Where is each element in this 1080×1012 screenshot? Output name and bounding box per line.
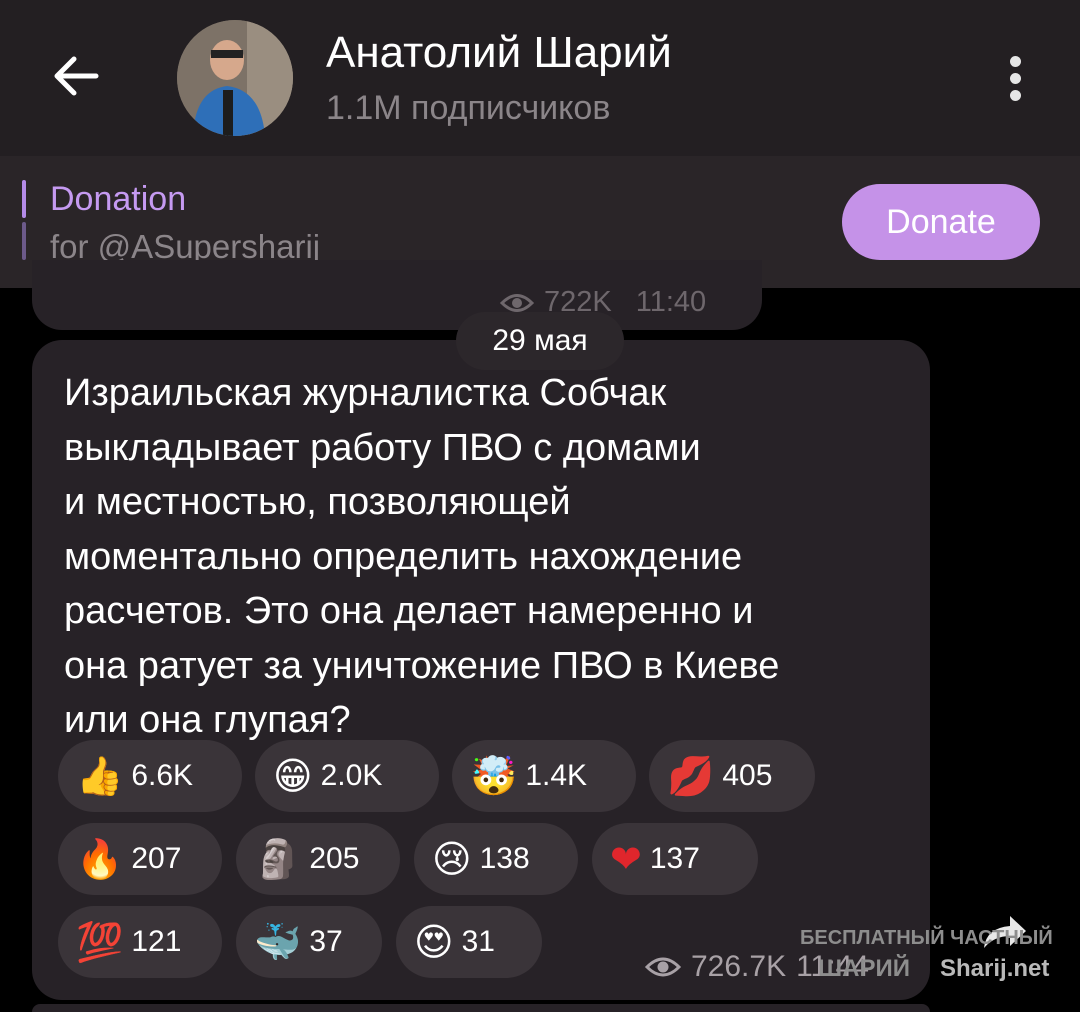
reaction-count: 1.4K (525, 759, 588, 792)
message-line: выкладывает работу ПВО с домами (64, 426, 701, 469)
message-text: Израильская журналистка Собчак выкладыва… (64, 366, 914, 748)
message-line: Израильская журналистка Собчак (64, 372, 667, 414)
donate-button[interactable]: Donate (842, 184, 1040, 260)
reaction-count: 207 (131, 842, 182, 875)
pinned-indicator (22, 180, 26, 218)
kiss-icon: 💋 (667, 754, 715, 798)
exploding-head-icon: 🤯 (470, 754, 518, 798)
reaction-grin[interactable]: 😁 2.0K (255, 740, 439, 812)
message-line: она ратует за уничтожение ПВО в Киеве (64, 644, 780, 687)
more-vertical-icon-dot (1009, 90, 1021, 101)
heart-eyes-icon: 😍 (414, 920, 454, 964)
message-line: моментально определить нахождение (64, 535, 743, 578)
reaction-count: 205 (309, 842, 360, 875)
reaction-count: 121 (131, 925, 182, 958)
watermark: БЕСПЛАТНЫЙ ЧАСТНЫЙ ШАРИЙ Sharij.net (800, 927, 1060, 987)
eye-icon (500, 293, 534, 312)
next-message-bubble[interactable] (32, 1004, 930, 1012)
arrow-left-icon (54, 56, 99, 96)
reaction-count: 2.0K (320, 759, 383, 792)
date-separator: 29 мая (456, 312, 624, 370)
chat-header (0, 0, 1080, 156)
watermark-line: БЕСПЛАТНЫЙ ЧАСТНЫЙ (800, 927, 1053, 949)
watermark-line: ШАРИЙ (818, 955, 910, 982)
eye-icon (645, 957, 681, 977)
message-line: и местностью, позволяющей (64, 481, 571, 523)
moai-icon: 🗿 (254, 837, 302, 881)
reaction-crying[interactable]: 😢 138 (414, 823, 578, 895)
crying-face-icon: 😢 (432, 837, 472, 881)
channel-title[interactable]: Анатолий Шарий (326, 28, 672, 78)
reaction-heart-eyes[interactable]: 😍 31 (396, 906, 542, 978)
message-line: или она глупая? (64, 699, 351, 741)
reaction-heart[interactable]: ❤ 137 (592, 823, 758, 895)
back-button[interactable] (50, 50, 102, 102)
reaction-fire[interactable]: 🔥 207 (58, 823, 222, 895)
message-time: 11:40 (635, 286, 707, 318)
whale-icon: 🐳 (254, 920, 302, 964)
reaction-count: 405 (722, 759, 773, 792)
more-vertical-icon (1009, 56, 1021, 67)
reaction-hundred[interactable]: 💯 121 (58, 906, 222, 978)
channel-avatar[interactable] (177, 20, 293, 136)
view-count: 726.7K (691, 950, 787, 983)
more-vertical-icon-dot (1009, 73, 1021, 84)
reaction-whale[interactable]: 🐳 37 (236, 906, 382, 978)
more-menu-button[interactable] (1000, 56, 1030, 104)
reaction-count: 37 (309, 925, 343, 958)
pinned-title: Donation (50, 180, 187, 218)
grin-icon: 😁 (273, 754, 313, 798)
heart-icon: ❤ (610, 837, 642, 881)
thumbs-up-icon: 👍 (76, 754, 124, 798)
reaction-kiss[interactable]: 💋 405 (649, 740, 815, 812)
message-line: расчетов. Это она делает намеренно и (64, 590, 754, 632)
fire-icon: 🔥 (76, 837, 124, 881)
reaction-count: 31 (461, 925, 495, 958)
avatar-photo (177, 20, 293, 136)
hundred-icon: 💯 (76, 920, 124, 964)
pinned-indicator (22, 222, 26, 260)
reaction-thumbs-up[interactable]: 👍 6.6K (58, 740, 242, 812)
reaction-exploding-head[interactable]: 🤯 1.4K (452, 740, 636, 812)
watermark-line: Sharij.net (940, 955, 1050, 982)
subscriber-count: 1.1M подписчиков (326, 89, 611, 127)
reaction-count: 138 (479, 842, 530, 875)
reaction-count: 137 (649, 842, 700, 875)
reaction-moai[interactable]: 🗿 205 (236, 823, 400, 895)
reaction-count: 6.6K (131, 759, 194, 792)
